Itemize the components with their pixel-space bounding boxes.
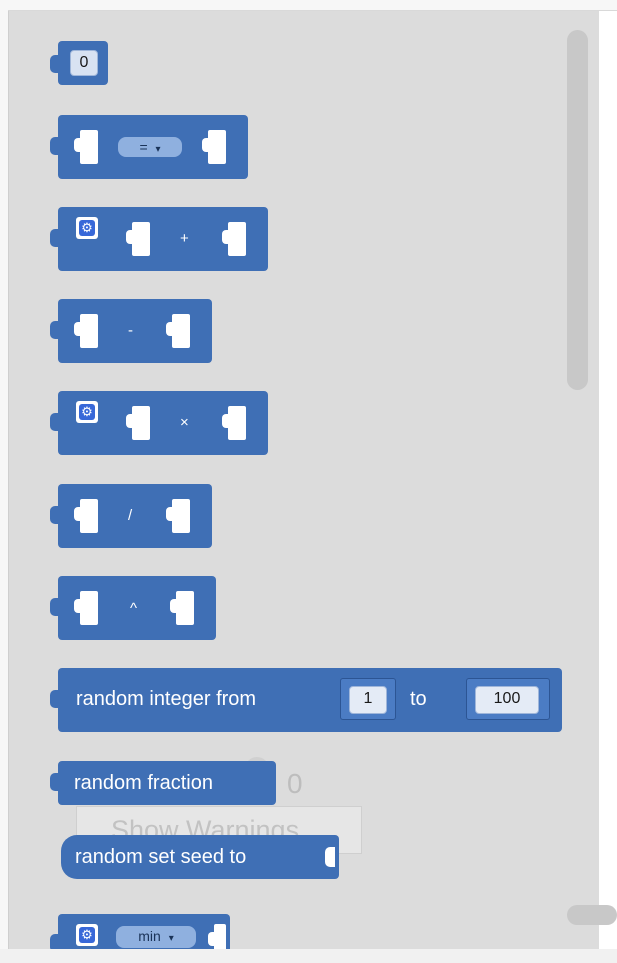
to-field[interactable]: 100 <box>475 686 539 714</box>
horizontal-scrollbar[interactable] <box>567 905 617 925</box>
gear-icon: ⚙ <box>79 404 95 420</box>
output-connector <box>50 773 60 791</box>
input-slot-b[interactable] <box>222 222 246 256</box>
input-slot-b[interactable] <box>170 591 194 625</box>
random-integer-label: random integer from <box>76 688 257 710</box>
min-dropdown[interactable]: min ▾ <box>116 926 196 948</box>
operator-label: + <box>180 230 189 247</box>
gear-icon: ⚙ <box>79 220 95 236</box>
math-number-block[interactable]: 0 <box>50 41 108 85</box>
input-slot-a[interactable] <box>74 591 98 625</box>
input-slot-b[interactable] <box>166 314 190 348</box>
mutator-gear-icon[interactable]: ⚙ <box>76 401 98 423</box>
operator-label: ^ <box>130 600 138 617</box>
random-fraction-label: random fraction <box>74 772 213 794</box>
input-slot-b[interactable] <box>222 406 246 440</box>
min-value: min <box>138 928 161 944</box>
input-slot-b[interactable] <box>202 130 226 164</box>
math-divide-block[interactable]: / <box>50 484 212 548</box>
output-connector <box>50 321 60 339</box>
bottom-strip <box>0 949 617 963</box>
warning-count: 0 <box>287 768 303 799</box>
input-slot[interactable] <box>208 924 226 949</box>
input-slot-a[interactable] <box>74 314 98 348</box>
output-connector <box>50 413 60 431</box>
math-compare-block[interactable]: = ▾ <box>50 115 248 179</box>
operator-value: = <box>139 139 148 155</box>
mutator-gear-icon[interactable]: ⚙ <box>76 924 98 946</box>
input-slot-a[interactable] <box>74 499 98 533</box>
blocks-flyout[interactable]: 0 Show Warnings 0 = ▾ ⚙ + - ⚙ × / ^ rand… <box>8 11 599 949</box>
to-label: to <box>410 688 427 710</box>
seed-input-connector[interactable] <box>325 847 335 867</box>
operator-label: - <box>128 322 133 339</box>
vertical-scrollbar[interactable] <box>567 30 588 390</box>
random-set-seed-label: random set seed to <box>75 846 247 868</box>
workspace-area[interactable] <box>598 11 617 949</box>
from-value: 1 <box>363 690 373 707</box>
output-connector <box>50 506 60 524</box>
operator-label: × <box>180 414 189 431</box>
to-input[interactable]: 100 <box>466 678 550 720</box>
compare-operator-dropdown[interactable]: = ▾ <box>118 137 182 157</box>
input-slot-a[interactable] <box>74 130 98 164</box>
random-integer-block[interactable]: random integer from 1 to 100 <box>50 668 562 732</box>
math-min-block[interactable]: ⚙ min ▾ <box>50 914 230 949</box>
input-slot-a[interactable] <box>126 406 150 440</box>
chevron-down-icon: ▾ <box>155 144 161 155</box>
output-connector <box>50 598 60 616</box>
chevron-down-icon: ▾ <box>168 933 174 944</box>
random-fraction-block[interactable]: random fraction <box>50 761 276 805</box>
gear-icon: ⚙ <box>79 927 95 943</box>
random-set-seed-block[interactable]: random set seed to <box>61 835 339 879</box>
number-field[interactable]: 0 <box>70 50 98 76</box>
output-connector <box>50 690 60 708</box>
output-connector <box>50 55 60 73</box>
operator-label: / <box>128 507 133 524</box>
math-subtract-block[interactable]: - <box>50 299 212 363</box>
input-slot-b[interactable] <box>166 499 190 533</box>
from-input[interactable]: 1 <box>340 678 396 720</box>
math-add-block[interactable]: ⚙ + <box>50 207 268 271</box>
from-field[interactable]: 1 <box>349 686 387 714</box>
number-value: 0 <box>79 54 89 71</box>
mutator-gear-icon[interactable]: ⚙ <box>76 217 98 239</box>
output-connector <box>50 934 60 949</box>
output-connector <box>50 229 60 247</box>
math-multiply-block[interactable]: ⚙ × <box>50 391 268 455</box>
math-power-block[interactable]: ^ <box>50 576 216 640</box>
to-value: 100 <box>493 690 521 707</box>
input-slot-a[interactable] <box>126 222 150 256</box>
output-connector <box>50 137 60 155</box>
